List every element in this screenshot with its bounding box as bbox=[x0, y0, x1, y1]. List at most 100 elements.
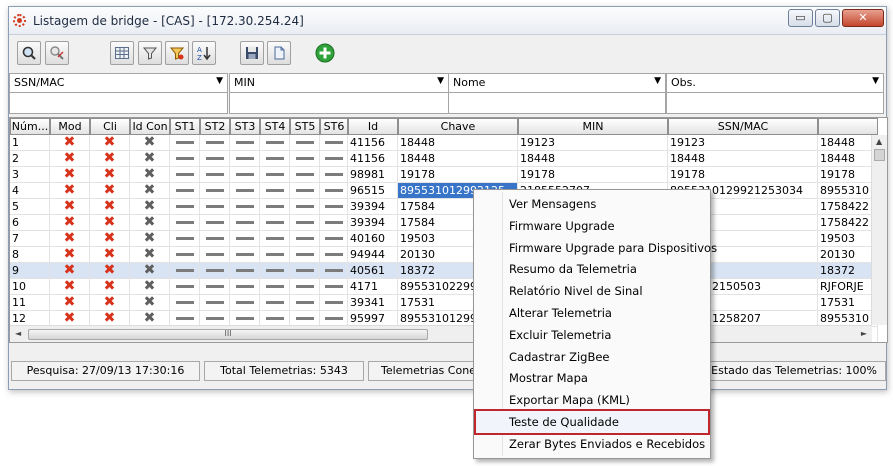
column-header[interactable]: SSN/MAC bbox=[668, 118, 818, 135]
menu-item[interactable]: Relatório Nivel de Sinal bbox=[476, 280, 708, 302]
horizontal-scrollbar[interactable]: ◄ III ► bbox=[10, 325, 872, 342]
horizontal-scroll-thumb[interactable]: III bbox=[28, 329, 428, 340]
table-row[interactable]: 3 ✖ ✖ ✖ 98981 19178 19178 19178 19178 bbox=[10, 167, 878, 183]
table-row[interactable]: 2 ✖ ✖ ✖ 41156 18448 18448 18448 18448 bbox=[10, 151, 878, 167]
title-bar[interactable]: Listagem de bridge - [CAS] - [172.30.254… bbox=[9, 7, 886, 35]
column-header[interactable]: Chave bbox=[398, 118, 518, 135]
dash-icon bbox=[265, 221, 284, 224]
print-button[interactable] bbox=[267, 41, 291, 65]
filter-obs: Obs. ▼ bbox=[666, 73, 884, 117]
min-input[interactable] bbox=[229, 93, 449, 114]
cli-status-icon: ✖ bbox=[90, 183, 130, 199]
extra-cell: 19503 bbox=[818, 231, 878, 247]
dash-icon bbox=[235, 301, 254, 304]
column-header[interactable]: Id bbox=[348, 118, 398, 135]
column-header[interactable]: ST3 bbox=[230, 118, 260, 135]
min-select[interactable]: MIN ▼ bbox=[229, 73, 449, 93]
table-row[interactable]: 11 ✖ ✖ ✖ 39341 17531 17531 bbox=[10, 295, 878, 311]
vertical-scroll-thumb[interactable] bbox=[874, 149, 885, 161]
column-header[interactable]: Mod bbox=[50, 118, 90, 135]
search-icon bbox=[22, 46, 36, 60]
scroll-left-icon[interactable]: ◄ bbox=[15, 329, 21, 338]
menu-item[interactable]: Alterar Telemetria bbox=[476, 302, 708, 324]
table-button[interactable] bbox=[110, 41, 134, 65]
dash-icon bbox=[205, 205, 224, 208]
menu-item[interactable]: Teste de Qualidade bbox=[474, 409, 710, 435]
table-row[interactable]: 5 ✖ ✖ ✖ 39394 17584 1758422 bbox=[10, 199, 878, 215]
id-cell: 96515 bbox=[348, 183, 398, 199]
column-header[interactable]: ST6 bbox=[320, 118, 348, 135]
add-button[interactable] bbox=[313, 41, 337, 65]
menu-item[interactable]: Exportar Mapa (KML) bbox=[476, 389, 708, 411]
menu-item[interactable]: Excluir Telemetria bbox=[476, 324, 708, 346]
vertical-scrollbar[interactable]: ▲ bbox=[871, 135, 887, 325]
dash-icon bbox=[235, 173, 254, 176]
row-number: 9 bbox=[10, 263, 50, 279]
dash-icon bbox=[265, 237, 284, 240]
clear-search-button[interactable] bbox=[45, 41, 69, 65]
extra-cell: 17531 bbox=[818, 295, 878, 311]
nome-select[interactable]: Nome ▼ bbox=[448, 73, 666, 93]
table-row[interactable]: 1 ✖ ✖ ✖ 41156 18448 19123 19123 18448 bbox=[10, 135, 878, 151]
column-header[interactable] bbox=[818, 118, 878, 135]
column-header[interactable]: Cli bbox=[90, 118, 130, 135]
table-row[interactable]: 10 ✖ ✖ ✖ 4171 895531022999 0229952150503 RJFORJ… bbox=[10, 279, 878, 295]
table-row[interactable]: 4✖✖✖965158955310129921252185552707895531… bbox=[10, 183, 878, 199]
column-header[interactable]: ST2 bbox=[200, 118, 230, 135]
ssn-mac-select[interactable]: SSN/MAC ▼ bbox=[9, 73, 228, 93]
dash-icon bbox=[295, 173, 314, 176]
status-dash-icon bbox=[320, 231, 348, 247]
dash-icon bbox=[205, 317, 224, 320]
obs-select[interactable]: Obs. ▼ bbox=[666, 73, 884, 93]
column-header[interactable]: ST1 bbox=[170, 118, 200, 135]
filter-settings-button[interactable] bbox=[165, 41, 189, 65]
dash-icon bbox=[324, 317, 343, 320]
id-cell: 39341 bbox=[348, 295, 398, 311]
scroll-right-icon[interactable]: ► bbox=[861, 329, 867, 338]
table-row[interactable]: 7 ✖ ✖ ✖ 40160 19503 19503 bbox=[10, 231, 878, 247]
status-dash-icon bbox=[320, 247, 348, 263]
filter-button[interactable] bbox=[138, 41, 162, 65]
status-dash-icon bbox=[320, 295, 348, 311]
mod-status-icon: ✖ bbox=[50, 199, 90, 215]
extra-cell: 8955310 bbox=[818, 183, 878, 199]
status-dash-icon bbox=[170, 167, 200, 183]
mod-status-icon: ✖ bbox=[50, 247, 90, 263]
menu-item[interactable]: Firmware Upgrade para Dispositivos bbox=[476, 237, 717, 259]
column-header[interactable]: Núm... bbox=[10, 118, 50, 135]
table-row[interactable]: 9 ✖ ✖ ✖ 40561 18372 18372 bbox=[10, 263, 878, 279]
chave-cell: 18448 bbox=[398, 151, 518, 167]
menu-item[interactable]: Mostrar Mapa bbox=[476, 367, 708, 389]
column-header[interactable]: MIN bbox=[518, 118, 668, 135]
dash-icon bbox=[205, 237, 224, 240]
column-header[interactable]: ST4 bbox=[260, 118, 290, 135]
maximize-button[interactable]: ▢ bbox=[815, 9, 840, 27]
dash-icon bbox=[235, 317, 254, 320]
sort-button[interactable]: AZ bbox=[192, 41, 216, 65]
dash-icon bbox=[205, 173, 224, 176]
dash-icon bbox=[324, 189, 343, 192]
table-icon bbox=[115, 47, 129, 59]
save-button[interactable] bbox=[240, 41, 264, 65]
dash-icon bbox=[295, 189, 314, 192]
menu-item[interactable]: Cadastrar ZigBee bbox=[476, 346, 708, 368]
status-dash-icon bbox=[170, 151, 200, 167]
app-icon bbox=[13, 14, 26, 27]
menu-item[interactable]: Firmware Upgrade bbox=[476, 215, 708, 237]
ssn-mac-input[interactable] bbox=[9, 93, 228, 114]
search-button[interactable] bbox=[17, 41, 41, 65]
menu-item[interactable]: Zerar Bytes Enviados e Recebidos bbox=[476, 433, 708, 455]
scroll-up-icon[interactable]: ▲ bbox=[876, 137, 882, 146]
table-row[interactable]: 8 ✖ ✖ ✖ 94944 20130 20130 bbox=[10, 247, 878, 263]
column-header[interactable]: Id Con bbox=[130, 118, 170, 135]
menu-item[interactable]: Ver Mensagens bbox=[476, 193, 708, 215]
close-button[interactable]: ✕ bbox=[842, 9, 884, 27]
dash-icon bbox=[265, 269, 284, 272]
obs-input[interactable] bbox=[666, 93, 884, 114]
nome-input[interactable] bbox=[448, 93, 666, 114]
minimize-button[interactable]: ▭ bbox=[788, 9, 813, 27]
column-header[interactable]: ST5 bbox=[290, 118, 320, 135]
table-row[interactable]: 6✖✖✖393941758422221758422 bbox=[10, 215, 878, 231]
menu-item[interactable]: Resumo da Telemetria bbox=[476, 258, 708, 280]
status-dash-icon bbox=[230, 199, 260, 215]
